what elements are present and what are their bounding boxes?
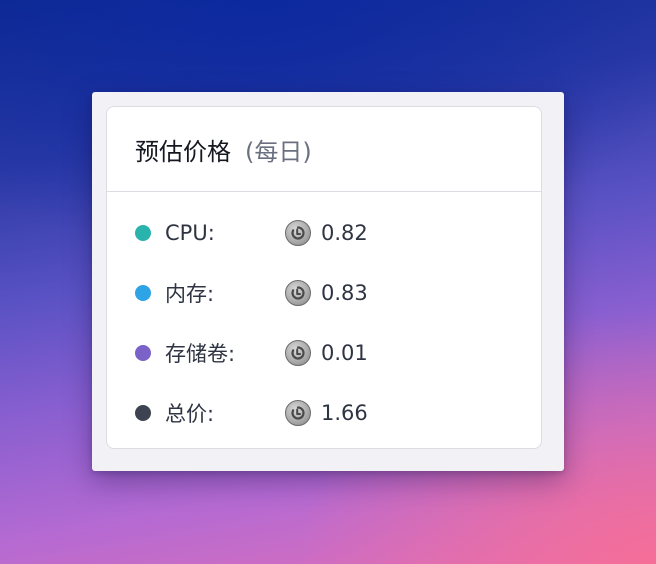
- storage-volume-legend-dot: [135, 345, 151, 361]
- price-estimate-panel: 预估价格 (每日) CPU: 0.82 内存: 0.83 存储卷: 0.01 总…: [92, 92, 564, 471]
- total-label: 总价:: [165, 402, 215, 426]
- cpu-price-value: 0.82: [321, 221, 368, 245]
- coin-icon: [285, 280, 311, 306]
- storage-volume-price-value: 0.01: [321, 341, 368, 365]
- memory-legend-dot: [135, 285, 151, 301]
- memory-label: 内存:: [165, 282, 215, 306]
- card-header: 预估价格 (每日): [107, 107, 541, 192]
- coin-icon: [285, 400, 311, 426]
- price-row-cpu: CPU: 0.82: [107, 203, 541, 263]
- storage-volume-label: 存储卷:: [165, 342, 236, 366]
- price-row-storage-volume: 存储卷: 0.01: [107, 323, 541, 383]
- price-row-total: 总价: 1.66: [107, 383, 541, 443]
- cpu-legend-dot: [135, 225, 151, 241]
- cpu-label: CPU:: [165, 221, 215, 245]
- card-subtitle: (每日): [245, 137, 312, 166]
- price-row-memory: 内存: 0.83: [107, 263, 541, 323]
- card-title: 预估价格: [135, 137, 231, 166]
- price-list: CPU: 0.82 内存: 0.83 存储卷: 0.01 总价: 1.66: [107, 192, 541, 443]
- coin-icon: [285, 220, 311, 246]
- price-estimate-card: 预估价格 (每日) CPU: 0.82 内存: 0.83 存储卷: 0.01 总…: [106, 106, 542, 449]
- coin-icon: [285, 340, 311, 366]
- total-price-value: 1.66: [321, 401, 368, 425]
- total-legend-dot: [135, 405, 151, 421]
- memory-price-value: 0.83: [321, 281, 368, 305]
